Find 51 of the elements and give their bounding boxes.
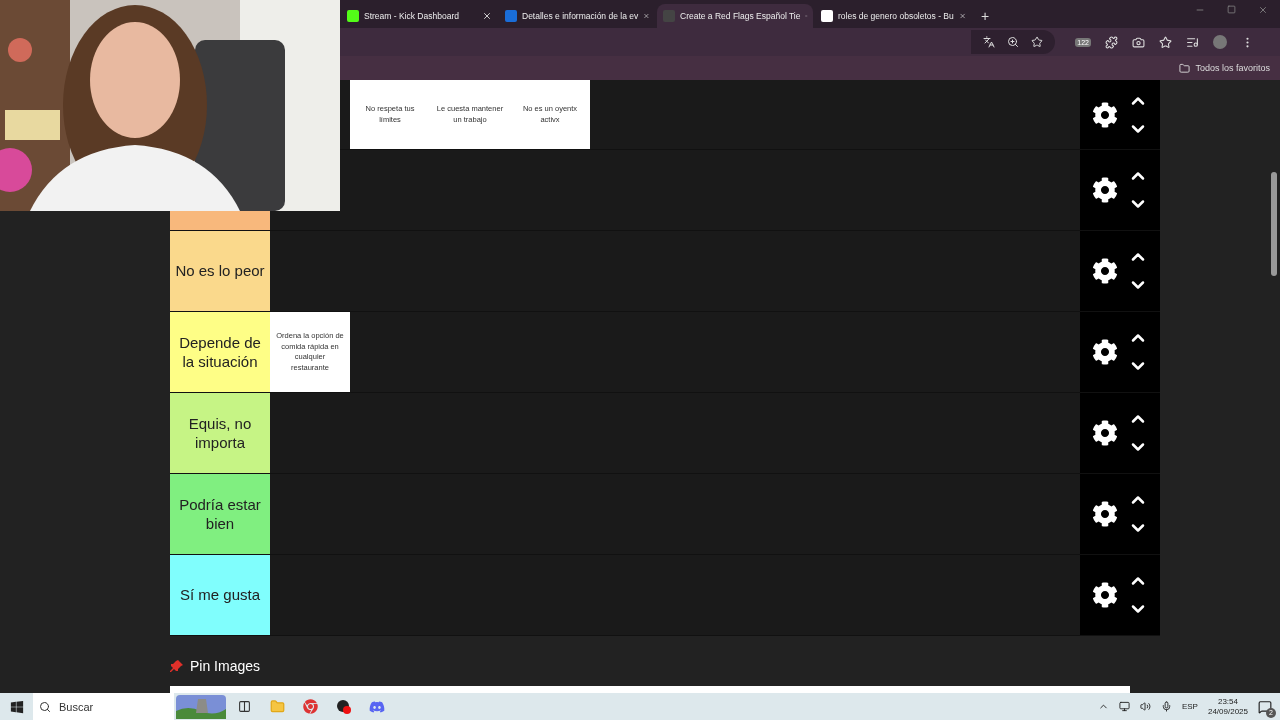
tier-label: No es lo peor [170,231,270,311]
microphone-icon[interactable] [1160,701,1172,712]
network-icon[interactable] [1118,701,1130,712]
camera-icon[interactable] [1132,35,1145,49]
folder-icon [1179,62,1191,74]
extensions-icon[interactable] [1105,35,1118,49]
tier-label: Podría estar bien [170,474,270,554]
tab-favicon-icon [505,10,517,22]
browser-tab[interactable]: roles de genero obsoletos - Bu [815,4,971,28]
tier-label: Depende de la situación [170,312,270,392]
volume-icon[interactable] [1139,701,1151,712]
profile-avatar[interactable] [1213,35,1227,49]
playlist-icon[interactable] [1186,35,1199,49]
browser-tab[interactable]: Stream - Kick Dashboard [341,4,497,28]
new-tab-button[interactable]: + [977,4,994,28]
browser-tab[interactable]: Create a Red Flags Español Tie [657,4,813,28]
bookmark-folder[interactable]: Todos los favoritos [1179,62,1270,74]
address-bar[interactable] [971,30,1056,54]
star-icon[interactable] [1159,35,1172,49]
tab-favicon-icon [821,10,833,22]
settings-icon[interactable] [1092,177,1118,203]
settings-icon[interactable] [1092,339,1118,365]
search-field[interactable]: Buscar [33,693,174,720]
notification-icon [1258,699,1272,714]
pushpin-icon [170,659,184,673]
tab-favicon-icon [663,10,675,22]
browser-tab[interactable]: Detalles e información de la ev [499,4,655,28]
clock[interactable]: 23:54 24/09/2025 [1207,696,1248,717]
windows-start-icon[interactable] [9,699,24,714]
chrome-icon[interactable] [303,699,318,714]
tier-label: Sí me gusta [170,555,270,635]
translate-icon[interactable] [983,36,996,48]
star-icon[interactable] [1031,36,1044,48]
search-icon [39,700,51,713]
section-title: Pin Images [190,658,261,674]
settings-icon[interactable] [1092,420,1118,446]
restore-icon[interactable] [1227,5,1236,14]
recorder-icon[interactable] [335,698,352,715]
language-indicator[interactable]: ESP [1181,702,1198,711]
settings-icon[interactable] [1092,101,1118,128]
tier-label: Equis, no importa [170,393,270,473]
tab-favicon-icon [347,10,359,22]
settings-icon[interactable] [1092,258,1118,284]
close-icon[interactable] [482,11,492,21]
settings-icon[interactable] [1092,501,1118,527]
widget-landscape-icon[interactable] [176,694,226,719]
task-view-icon[interactable] [238,700,251,713]
zoom-icon[interactable] [1007,36,1020,48]
discord-icon[interactable] [368,698,385,715]
scrollbar-thumb[interactable] [1271,172,1277,276]
settings-icon[interactable] [1092,582,1118,608]
